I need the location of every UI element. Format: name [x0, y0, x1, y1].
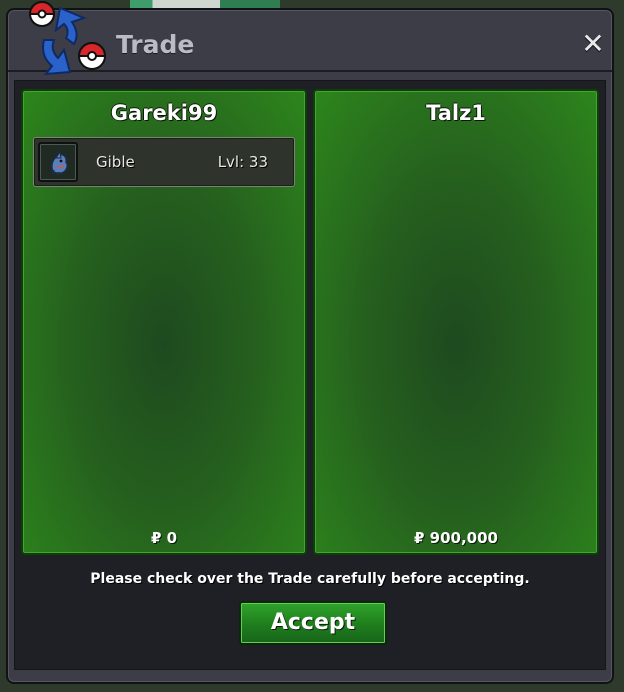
item-slot [38, 142, 78, 182]
left-money: ₽ 0 [150, 529, 178, 547]
trade-warning-text: Please check over the Trade carefully be… [90, 571, 530, 587]
right-money: ₽ 900,000 [414, 529, 498, 547]
trade-window: Trade ✕ Gareki99 Gible Lvl: 33 ₽ 0 Talz1… [6, 1, 614, 684]
gible-icon [51, 150, 69, 176]
close-icon[interactable]: ✕ [580, 30, 606, 58]
left-offer-panel: Gareki99 Gible Lvl: 33 ₽ 0 [21, 89, 307, 555]
offer-item-gible[interactable]: Gible Lvl: 33 [33, 137, 295, 187]
trade-content: Gareki99 Gible Lvl: 33 ₽ 0 Talz1 ₽ 900,0… [14, 80, 606, 670]
item-name: Gible [96, 153, 135, 171]
window-title: Trade [116, 30, 195, 59]
accept-button[interactable]: Accept [239, 601, 387, 645]
right-player-name: Talz1 [426, 101, 486, 125]
title-bar[interactable]: Trade ✕ [8, 10, 612, 72]
right-offer-panel: Talz1 ₽ 900,000 [313, 89, 599, 555]
item-level: Lvl: 33 [217, 153, 268, 171]
left-player-name: Gareki99 [110, 101, 218, 125]
